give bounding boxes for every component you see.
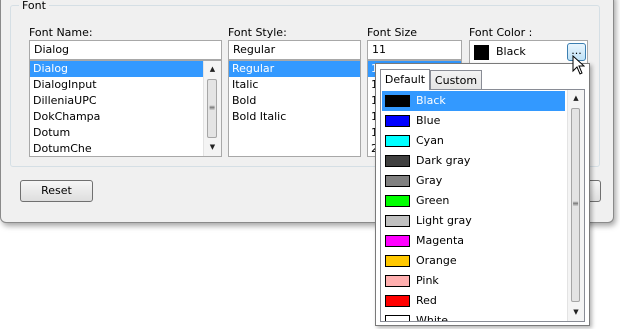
color-name: Blue	[416, 114, 441, 127]
font-style-list[interactable]: Regular Italic Bold Bold Italic	[228, 60, 361, 157]
color-swatch	[385, 195, 410, 207]
list-item[interactable]: DokChampa	[30, 109, 221, 125]
list-item[interactable]: DotumChe	[30, 141, 221, 156]
color-swatch	[385, 175, 410, 187]
color-name: Light gray	[416, 214, 472, 227]
list-item[interactable]: Italic	[229, 77, 360, 93]
color-name: Magenta	[416, 234, 465, 247]
font-name-list[interactable]: Dialog DialogInput DilleniaUPC DokChampa Dot…	[29, 60, 222, 157]
color-item[interactable]: Gray	[382, 171, 565, 191]
font-color-label: Font Color :	[469, 26, 533, 39]
list-item[interactable]: Bold Italic	[229, 109, 360, 125]
color-name: Black	[416, 94, 446, 107]
font-size-label: Font Size	[367, 26, 418, 39]
color-swatch	[385, 215, 410, 227]
scroll-grip-icon: ≡	[208, 103, 216, 112]
color-item[interactable]: Orange	[382, 251, 565, 271]
color-item[interactable]: Black	[382, 91, 565, 111]
font-name-field[interactable]: Dialog	[29, 40, 222, 60]
color-name: Cyan	[416, 134, 444, 147]
color-item[interactable]: Dark gray	[382, 151, 565, 171]
color-item[interactable]: Pink	[382, 271, 565, 291]
list-item[interactable]: Dotum	[30, 125, 221, 141]
color-name: Orange	[416, 254, 457, 267]
scroll-thumb[interactable]: ≡	[207, 79, 217, 138]
scroll-grip-icon: ≡	[572, 199, 579, 208]
list-item[interactable]: DialogInput	[30, 77, 221, 93]
reset-button[interactable]: Reset	[20, 180, 93, 202]
color-item[interactable]: Red	[382, 291, 565, 311]
color-swatch	[385, 115, 410, 127]
color-swatch	[385, 95, 410, 107]
list-item[interactable]: Bold	[229, 93, 360, 109]
color-name: Dark gray	[416, 154, 471, 167]
color-item[interactable]: Magenta	[382, 231, 565, 251]
color-list-scrollbar[interactable]: ▲ ≡ ▼	[567, 90, 584, 321]
font-color-field[interactable]: Black ...	[469, 40, 588, 64]
scroll-thumb[interactable]: ≡	[571, 108, 580, 302]
color-name: White	[416, 314, 448, 322]
color-swatch	[385, 155, 410, 167]
color-swatch	[385, 275, 410, 287]
color-list-panel: Black Blue Cyan Dark gray Gray Green Light gra…	[380, 89, 585, 322]
font-color-value: Black	[496, 45, 526, 58]
font-style-field[interactable]: Regular	[228, 40, 361, 60]
font-name-scrollbar[interactable]: ▲ ≡ ▼	[203, 61, 221, 156]
color-swatch	[385, 135, 410, 147]
color-swatch	[385, 235, 410, 247]
font-size-field[interactable]: 11	[367, 40, 462, 60]
color-item[interactable]: Blue	[382, 111, 565, 131]
scroll-down-arrow-icon[interactable]: ▼	[204, 139, 221, 156]
color-item[interactable]: Cyan	[382, 131, 565, 151]
color-item[interactable]: Light gray	[382, 211, 565, 231]
color-name: Green	[416, 194, 450, 207]
font-style-label: Font Style:	[228, 26, 287, 39]
color-name: Red	[416, 294, 437, 307]
tab-default[interactable]: Default	[380, 69, 430, 90]
list-item[interactable]: DilleniaUPC	[30, 93, 221, 109]
scroll-up-arrow-icon[interactable]: ▲	[568, 90, 584, 107]
mouse-pointer-icon	[572, 55, 585, 75]
scroll-up-arrow-icon[interactable]: ▲	[204, 61, 221, 78]
color-swatch	[385, 295, 410, 307]
color-item[interactable]: Green	[382, 191, 565, 211]
list-item[interactable]: Regular	[229, 61, 360, 77]
color-swatch	[385, 315, 410, 321]
color-name: Gray	[416, 174, 443, 187]
group-title: Font	[19, 0, 49, 12]
font-color-swatch	[474, 45, 489, 60]
color-swatch	[385, 255, 410, 267]
font-name-label: Font Name:	[29, 26, 93, 39]
color-chooser-popup: Default Custom Black Blue Cyan Dark gray Gra…	[375, 63, 590, 326]
color-name: Pink	[416, 274, 439, 287]
list-item[interactable]: Dialog	[30, 61, 221, 77]
tab-custom[interactable]: Custom	[430, 70, 482, 90]
scroll-down-arrow-icon[interactable]: ▼	[568, 304, 584, 321]
color-item[interactable]: White	[382, 311, 565, 322]
